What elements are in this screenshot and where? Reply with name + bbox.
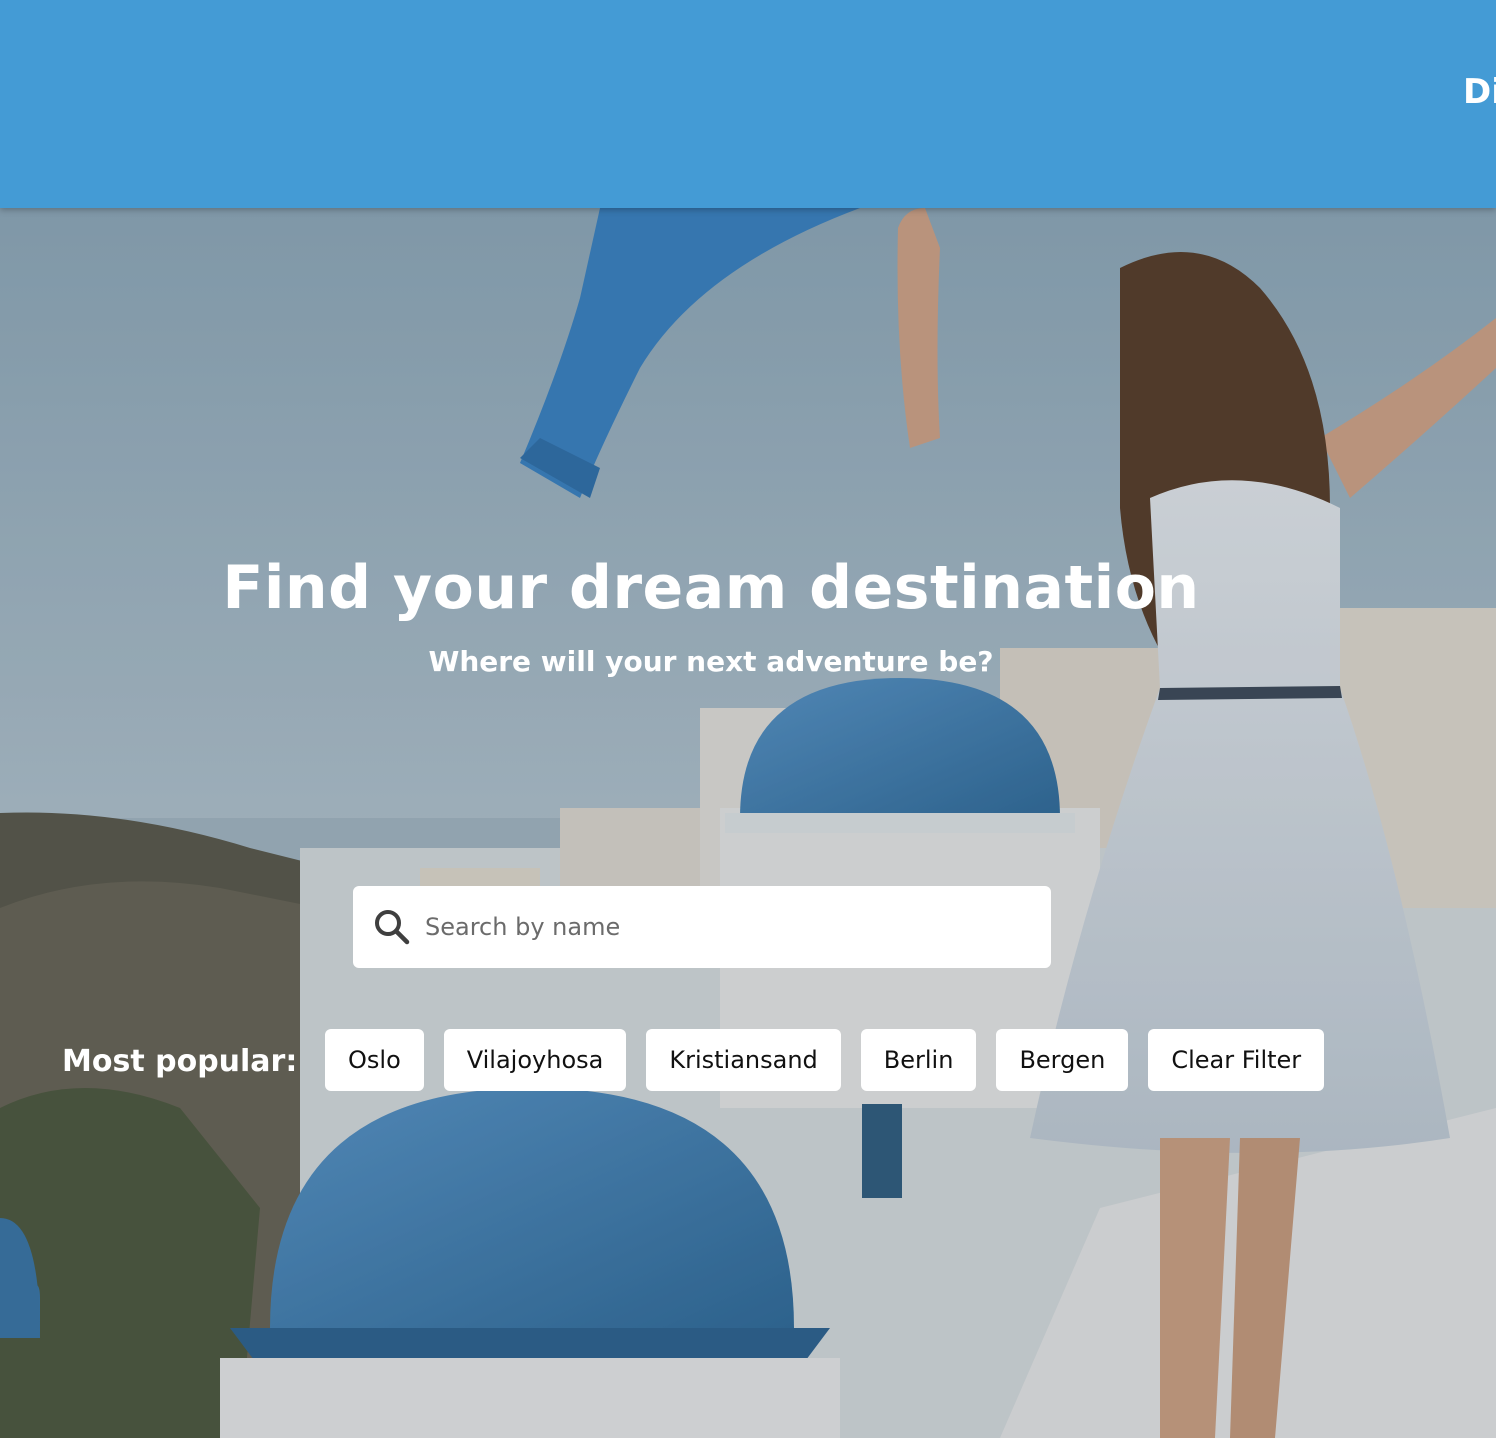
chip-berlin[interactable]: Berlin [860, 1029, 977, 1091]
hero-title: Find your dream destination [222, 553, 1200, 623]
page: Di [0, 0, 1496, 1438]
popular-destinations-chips: Oslo Vilajoyhosa Kristiansand Berlin Ber… [325, 1029, 1325, 1091]
search-icon [375, 910, 410, 945]
search-bar [353, 886, 1051, 968]
chip-kristiansand[interactable]: Kristiansand [646, 1029, 841, 1091]
chip-bergen[interactable]: Bergen [996, 1029, 1129, 1091]
header-nav-link[interactable]: Di [1463, 70, 1496, 114]
search-input[interactable] [425, 902, 1025, 952]
hero-dark-overlay [0, 208, 1496, 1438]
hero-subtitle: Where will your next adventure be? [428, 645, 994, 678]
top-header-bar: Di [0, 0, 1496, 208]
most-popular-label: Most popular: [62, 1044, 298, 1079]
hero-section: Find your dream destination Where will y… [0, 208, 1496, 1438]
chip-vilajoyhosa[interactable]: Vilajoyhosa [443, 1029, 627, 1091]
chip-oslo[interactable]: Oslo [325, 1029, 424, 1091]
clear-filter-button[interactable]: Clear Filter [1148, 1029, 1325, 1091]
